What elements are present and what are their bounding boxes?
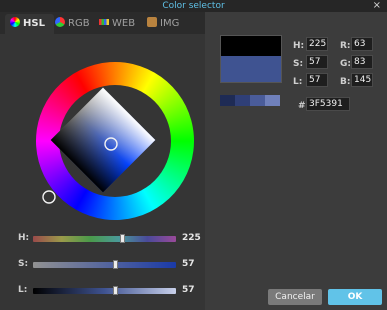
web-palette-icon <box>99 19 109 25</box>
shade-palette <box>220 95 280 106</box>
red-field[interactable]: 63 <box>351 37 373 51</box>
field-l-label: L: <box>293 77 303 87</box>
color-picker-pane: HSL RGB WEB IMG H: 225 S: 57 L: 57 <box>0 12 205 310</box>
slider-l-value: 57 <box>182 285 195 295</box>
hue-field[interactable]: 225 <box>306 37 328 51</box>
previous-color-swatch <box>220 35 282 57</box>
tab-rgb[interactable]: RGB <box>55 14 90 34</box>
tab-web-label: WEB <box>112 18 136 29</box>
tab-hsl-label: HSL <box>23 18 45 29</box>
hex-field[interactable]: 3F5391 <box>306 97 350 111</box>
field-g-label: G: <box>340 59 351 69</box>
cancel-button[interactable]: Cancelar <box>268 289 322 305</box>
field-h-label: H: <box>293 41 305 51</box>
window-title: Color selector <box>162 1 225 11</box>
lightness-field[interactable]: 57 <box>306 73 328 87</box>
field-s-label: S: <box>293 59 304 69</box>
slider-s-label: S: <box>18 259 29 269</box>
green-field[interactable]: 83 <box>351 55 373 69</box>
slider-s-value: 57 <box>182 259 195 269</box>
saturation-slider-track[interactable] <box>33 260 176 269</box>
palette-swatch[interactable] <box>235 95 250 106</box>
palette-swatch[interactable] <box>265 95 280 106</box>
image-icon <box>147 17 157 27</box>
ok-button[interactable]: OK <box>328 289 382 305</box>
window-title-bar: Color selector × <box>0 0 387 12</box>
rgb-circles-icon <box>55 17 65 27</box>
current-color-swatch <box>220 56 282 83</box>
color-values-pane: H: 225 S: 57 L: 57 R: 63 G: 83 B: 145 # … <box>205 12 387 310</box>
slider-h-label: H: <box>18 233 30 243</box>
saturation-slider-thumb[interactable] <box>112 260 118 269</box>
palette-swatch[interactable] <box>250 95 265 106</box>
lightness-slider-thumb[interactable] <box>112 286 118 295</box>
field-r-label: R: <box>340 41 351 51</box>
slider-l-label: L: <box>18 285 28 295</box>
hsl-color-wheel[interactable] <box>0 34 205 234</box>
blue-field[interactable]: 145 <box>351 73 373 87</box>
saturation-field[interactable]: 57 <box>306 55 328 69</box>
tab-img[interactable]: IMG <box>147 14 179 34</box>
hex-label: # <box>298 101 306 111</box>
tab-hsl[interactable]: HSL <box>5 14 54 34</box>
tab-img-label: IMG <box>160 18 180 29</box>
tab-rgb-label: RGB <box>68 18 90 29</box>
hue-slider-thumb[interactable] <box>120 234 126 243</box>
field-b-label: B: <box>340 77 351 87</box>
palette-swatch[interactable] <box>220 95 235 106</box>
hue-slider-track[interactable] <box>33 234 176 243</box>
hsl-wheel-icon <box>10 17 20 27</box>
slider-h-value: 225 <box>182 233 201 243</box>
tab-web[interactable]: WEB <box>99 14 135 34</box>
close-icon[interactable]: × <box>373 0 381 12</box>
lightness-slider-track[interactable] <box>33 286 176 295</box>
